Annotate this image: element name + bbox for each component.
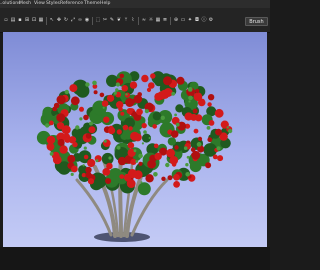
import-icon[interactable]: ⊞	[24, 17, 30, 24]
menu-help[interactable]: Help	[100, 0, 110, 8]
frame-icon[interactable]: ▭	[180, 17, 186, 24]
brush-icon[interactable]: ✎	[109, 17, 115, 24]
menu-reference[interactable]: Reference	[60, 0, 83, 8]
cut-icon[interactable]: ✂	[102, 17, 108, 24]
menu-bar: ...olutions Mesh View Styles Reference T…	[0, 0, 270, 8]
zoom-icon[interactable]: ⊕	[173, 17, 179, 24]
render-icon[interactable]: ▦	[38, 17, 44, 24]
export-icon[interactable]: ⊡	[31, 17, 37, 24]
pointer-icon[interactable]: ↖	[49, 17, 55, 24]
select-icon[interactable]: ⬚	[95, 17, 101, 24]
open-icon[interactable]: ▤	[10, 17, 16, 24]
menu-mesh[interactable]: Mesh	[19, 0, 31, 8]
light-icon[interactable]: ✦	[187, 17, 193, 24]
prune-icon[interactable]: ⌇	[130, 17, 136, 24]
scale-icon[interactable]: ⤢	[70, 17, 76, 24]
tree-render	[36, 71, 233, 242]
move-icon[interactable]: ✥	[56, 17, 62, 24]
toolbar-separator	[46, 17, 47, 25]
layers-icon[interactable]: ≣	[162, 17, 168, 24]
3d-viewport[interactable]	[3, 32, 267, 247]
grid-icon[interactable]: ▦	[155, 17, 161, 24]
wind-icon[interactable]: ≈	[141, 17, 147, 24]
settings-icon[interactable]: ⚙	[208, 17, 214, 24]
leaf-icon[interactable]: ❦	[116, 17, 122, 24]
menu-view[interactable]: View	[34, 0, 45, 8]
link-icon[interactable]: ∞	[77, 17, 83, 24]
info-icon[interactable]: ⓘ	[201, 17, 207, 24]
menu-theme[interactable]: Theme	[84, 0, 100, 8]
file-icon[interactable]: ▫	[3, 17, 9, 24]
brush-button[interactable]: Brush	[245, 17, 268, 26]
camera-icon[interactable]: ◘	[194, 17, 200, 24]
toolbar-separator	[138, 17, 139, 25]
status-bar	[0, 247, 270, 270]
main-toolbar: ▫ ▤ ▪ ⊞ ⊡ ▦ ↖ ✥ ↻ ⤢ ∞ ◉ ⬚ ✂ ✎ ❦ ᛘ ⌇ ≈ ☼ …	[0, 8, 270, 33]
toolbar-separator	[92, 17, 93, 25]
rotate-icon[interactable]: ↻	[63, 17, 69, 24]
eye-icon[interactable]: ◉	[84, 17, 90, 24]
menu-styles[interactable]: Styles	[46, 0, 60, 8]
toolbar-separator	[170, 17, 171, 25]
menu-solutions[interactable]: ...olutions	[0, 0, 21, 8]
save-icon[interactable]: ▪	[17, 17, 23, 24]
sun-icon[interactable]: ☼	[148, 17, 154, 24]
tree-canopy	[36, 71, 233, 196]
branch-icon[interactable]: ᛘ	[123, 17, 129, 24]
